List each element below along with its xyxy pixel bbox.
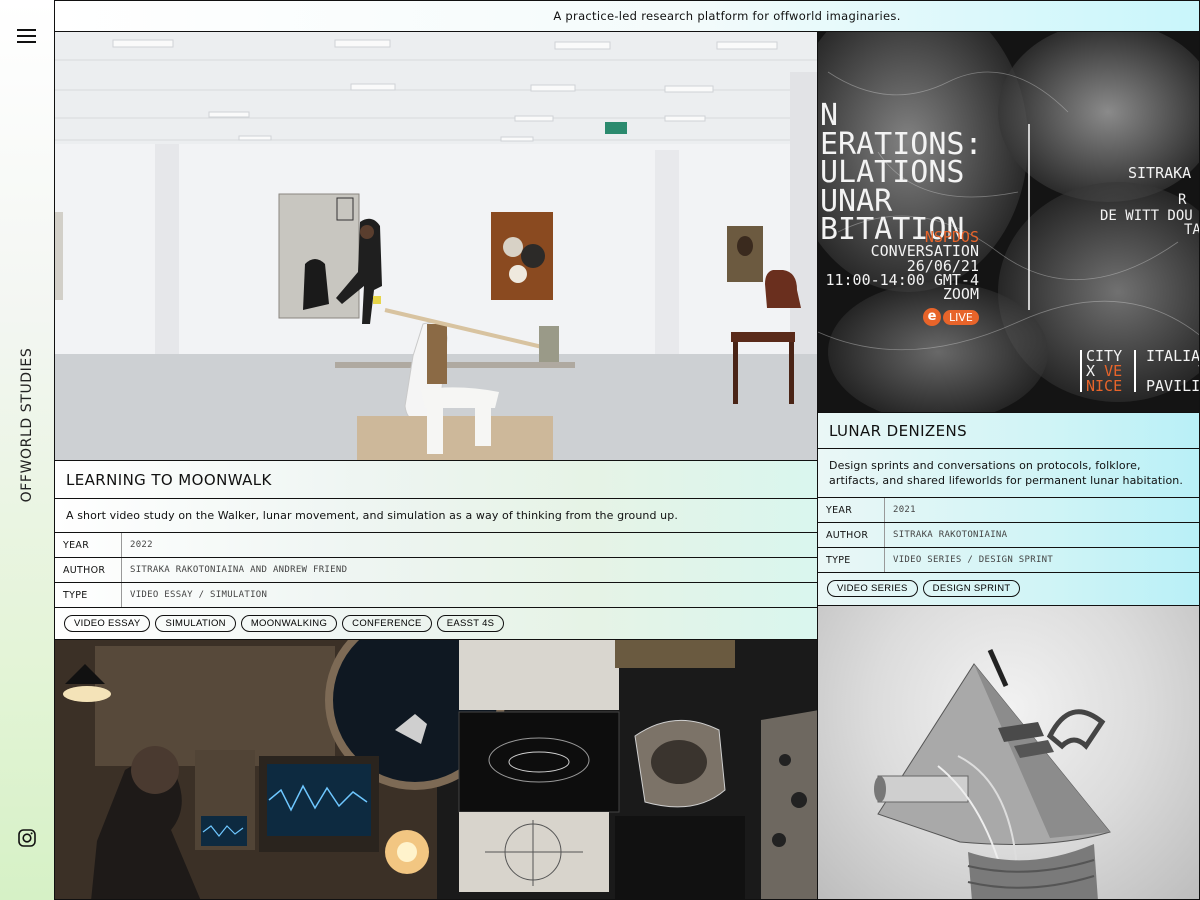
poster-italia: ITALIA xyxy=(1146,347,1200,365)
meta-row-author: AUTHOR SITRAKA RAKOTONIAINA AND ANDREW F… xyxy=(55,558,817,583)
tag-simulation[interactable]: SIMULATION xyxy=(155,615,236,632)
e-flux-logo-icon: e xyxy=(923,308,941,326)
meta-key: AUTHOR xyxy=(55,558,122,582)
project-description: Design sprints and conversations on prot… xyxy=(818,449,1199,498)
gallery-image[interactable] xyxy=(54,31,818,461)
poster-name-1: SITRAKA xyxy=(1128,164,1192,182)
meta-value: VIDEO SERIES / DESIGN SPRINT xyxy=(893,555,1054,565)
tag-video-series[interactable]: VIDEO SERIES xyxy=(827,580,918,597)
meta-row-type: TYPE VIDEO SERIES / DESIGN SPRINT xyxy=(818,548,1199,573)
top-banner: A practice-led research platform for off… xyxy=(54,0,1200,32)
left-rail: OFFWORLD STUDIES xyxy=(0,0,54,900)
meta-row-year: YEAR 2022 xyxy=(55,533,817,558)
project-card-learning-to-moonwalk: LEARNING TO MOONWALK A short video study… xyxy=(54,460,818,640)
meta-row-type: TYPE VIDEO ESSAY / SIMULATION xyxy=(55,583,817,608)
site-title[interactable]: OFFWORLD STUDIES xyxy=(19,348,35,503)
poster-nice: NICE xyxy=(1086,377,1123,395)
meta-value: SITRAKA RAKOTONIAINA AND ANDREW FRIEND xyxy=(130,565,348,575)
project-title[interactable]: LUNAR DENIZENS xyxy=(818,413,1199,449)
poster-info-venue: ZOOM xyxy=(942,285,979,303)
tag-video-essay[interactable]: VIDEO ESSAY xyxy=(64,615,151,632)
poster-name-4: TA xyxy=(1184,222,1200,238)
meta-row-author: AUTHOR SITRAKA RAKOTONIAINA xyxy=(818,523,1199,548)
meta-key: YEAR xyxy=(55,533,122,557)
project-description: A short video study on the Walker, lunar… xyxy=(55,499,817,533)
tag-conference[interactable]: CONFERENCE xyxy=(342,615,432,632)
tag-design-sprint[interactable]: DESIGN SPRINT xyxy=(922,580,1021,597)
cardboard-helmet-image[interactable] xyxy=(817,605,1200,900)
tag-easst-4s[interactable]: EASST 4S xyxy=(436,615,505,632)
meta-value: SITRAKA RAKOTONIAINA xyxy=(893,530,1008,540)
event-poster-image[interactable]: N ERATIONS: ULATIONS UNAR BITATION NSPDO… xyxy=(817,31,1200,413)
poster-pavilion: PAVILIO xyxy=(1146,377,1200,395)
meta-key: AUTHOR xyxy=(818,523,885,547)
instagram-icon[interactable] xyxy=(18,829,36,847)
meta-row-year: YEAR 2021 xyxy=(818,498,1199,523)
meta-value: 2021 xyxy=(893,505,916,515)
live-badge: e LIVE xyxy=(923,308,979,326)
meta-key: TYPE xyxy=(55,583,122,607)
meta-value: 2022 xyxy=(130,540,153,550)
project-title[interactable]: LEARNING TO MOONWALK xyxy=(55,461,817,499)
lab-collage-image[interactable] xyxy=(54,639,818,900)
poster-name-3: DE WITT DOU xyxy=(1100,208,1193,224)
poster-name-2: R xyxy=(1178,192,1187,208)
meta-key: TYPE xyxy=(818,548,885,572)
meta-key: YEAR xyxy=(818,498,885,522)
banner-text: A practice-led research platform for off… xyxy=(553,9,901,23)
meta-value: VIDEO ESSAY / SIMULATION xyxy=(130,590,268,600)
tag-list: VIDEO ESSAY SIMULATION MOONWALKING CONFE… xyxy=(55,608,817,639)
tag-moonwalking[interactable]: MOONWALKING xyxy=(240,615,338,632)
project-card-lunar-denizens: LUNAR DENIZENS Design sprints and conver… xyxy=(817,412,1200,606)
tag-list: VIDEO SERIES DESIGN SPRINT xyxy=(818,573,1199,604)
hamburger-menu-icon[interactable] xyxy=(17,29,36,43)
